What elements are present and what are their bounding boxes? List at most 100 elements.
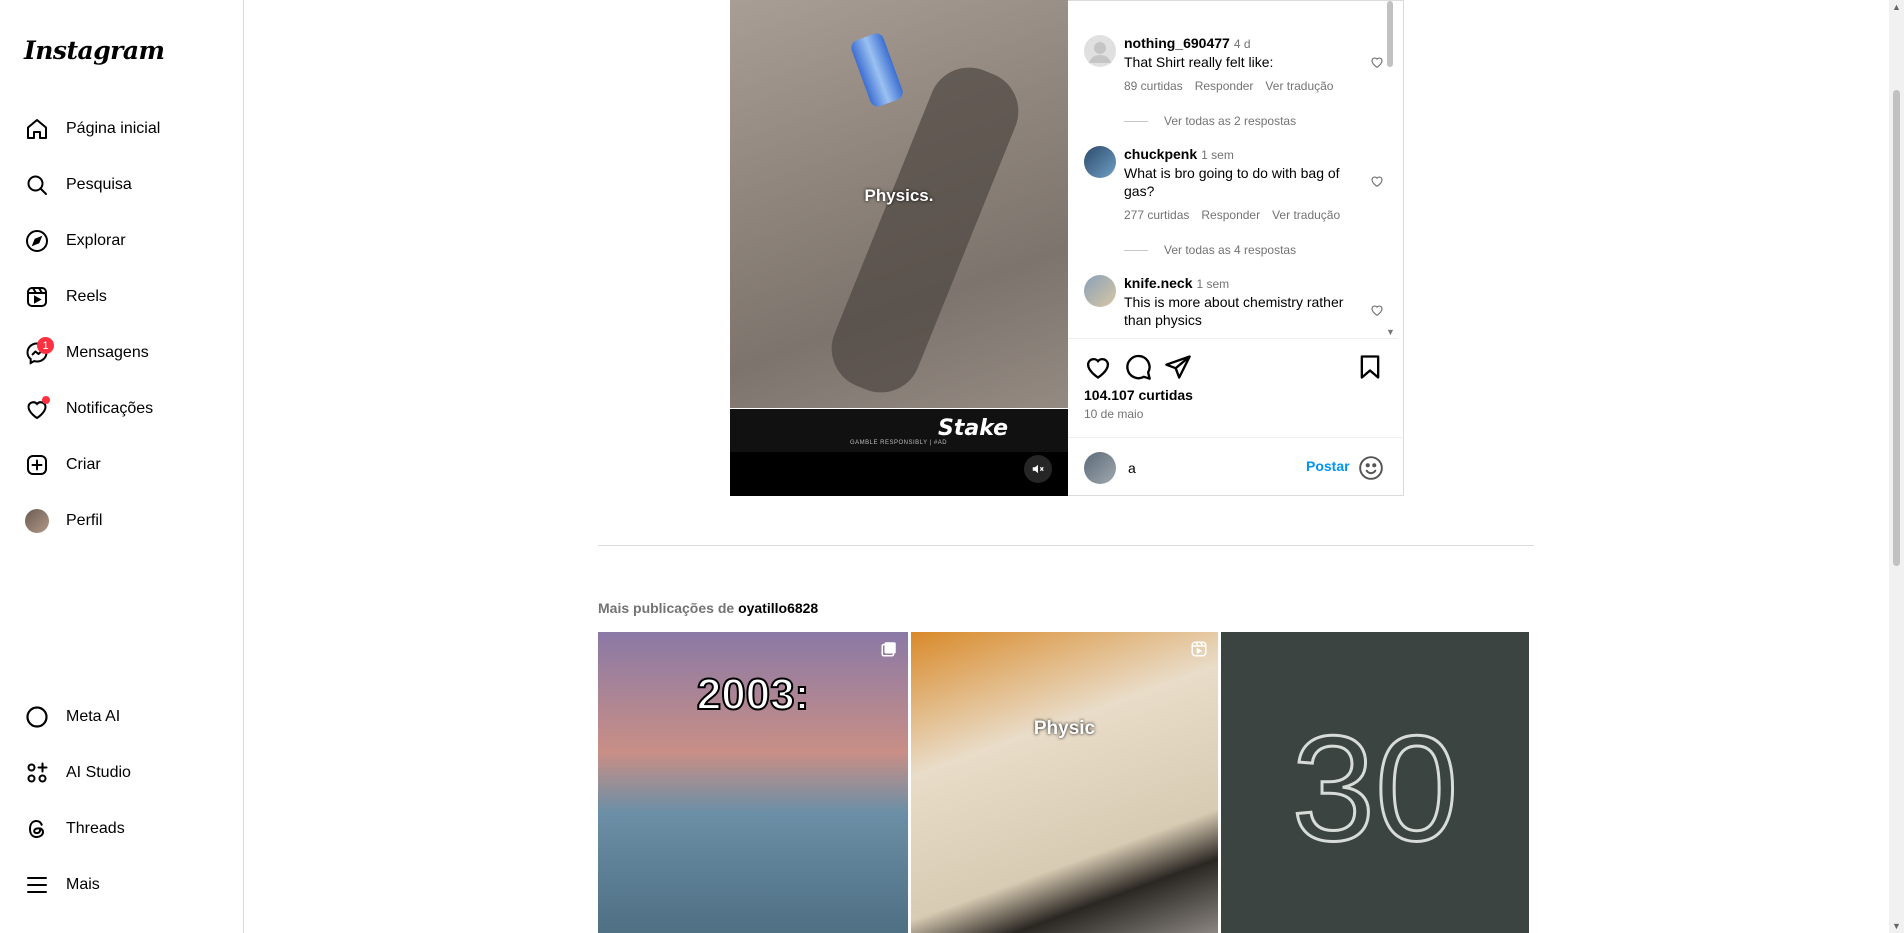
comment-like-icon[interactable] (1370, 55, 1384, 69)
sidebar-item-label: Página inicial (66, 120, 161, 137)
reels-icon (1191, 641, 1207, 657)
sidebar-item-search[interactable]: Pesquisa (12, 161, 232, 209)
save-icon[interactable] (1356, 353, 1384, 381)
more-posts-grid: 2003: Physic 30 (598, 632, 1531, 933)
post-thumbnail[interactable]: 2003: (598, 632, 908, 933)
messages-badge: 1 (37, 337, 54, 354)
sidebar-item-create[interactable]: Criar (12, 441, 232, 489)
instagram-logo[interactable]: Instagram (24, 36, 165, 65)
view-replies-label: Ver todas as 4 respostas (1164, 243, 1297, 257)
sidebar-item-label: Notificações (66, 400, 154, 417)
scrollbar-thumb[interactable] (1893, 90, 1900, 566)
view-replies-label: Ver todas as 2 respostas (1164, 114, 1297, 128)
reply-link[interactable]: Responder (1195, 79, 1254, 93)
sidebar-item-label: Mais (66, 876, 100, 893)
avatar (1084, 452, 1116, 484)
avatar[interactable] (1084, 275, 1116, 307)
sidebar-item-label: Perfil (66, 512, 103, 529)
reply-link[interactable]: Responder (1201, 208, 1260, 222)
thumbnail-text: 2003: (696, 669, 811, 720)
comments-list[interactable]: nothing_690477 4 d That Shirt really felt… (1068, 1, 1398, 339)
plus-square-icon (24, 452, 50, 478)
thumbnail-text: Physic (1033, 718, 1096, 739)
comment-likes[interactable]: 89 curtidas (1124, 79, 1183, 93)
avatar (24, 508, 50, 534)
translate-link[interactable]: Ver tradução (1265, 79, 1333, 93)
post-thumbnail[interactable]: 30 (1221, 632, 1529, 933)
menu-icon (24, 872, 50, 898)
post-actions (1084, 353, 1384, 381)
mute-button[interactable] (1024, 455, 1052, 483)
comment-time: 1 sem (1201, 148, 1234, 162)
comment-like-icon[interactable] (1370, 303, 1384, 317)
sidebar-item-label: Threads (66, 820, 125, 837)
post-thumbnail[interactable]: Physic (911, 632, 1218, 933)
sidebar-item-label: AI Studio (66, 764, 131, 781)
sidebar-item-home[interactable]: Página inicial (12, 105, 232, 153)
post-comment-button[interactable]: Postar (1306, 458, 1350, 474)
page-scrollbar[interactable]: ▲ ▼ (1889, 0, 1904, 933)
sidebar-item-profile[interactable]: Perfil (12, 497, 232, 545)
sponsor-note: GAMBLE RESPONSIBLY | #AD (850, 440, 948, 446)
like-icon[interactable] (1084, 353, 1112, 381)
scroll-up-arrow[interactable]: ▲ (1892, 2, 1901, 12)
sidebar-item-meta-ai[interactable]: Meta AI (12, 693, 232, 741)
search-icon (24, 172, 50, 198)
sidebar: Instagram Página inicial Pesquisa Explor… (0, 0, 244, 933)
comment-input[interactable] (1128, 456, 1308, 480)
reels-icon (24, 284, 50, 310)
comment-text: This is more about chemistry rather than… (1124, 294, 1344, 328)
meta-ai-icon (24, 704, 50, 730)
comment-username[interactable]: nothing_690477 (1124, 35, 1230, 51)
notification-dot (42, 396, 50, 404)
more-posts-prefix: Mais publicações de (598, 600, 735, 616)
sidebar-item-label: Reels (66, 288, 107, 305)
heart-icon (24, 396, 50, 422)
threads-icon (24, 816, 50, 842)
sidebar-item-reels[interactable]: Reels (12, 273, 232, 321)
sidebar-item-label: Explorar (66, 232, 126, 249)
sidebar-item-threads[interactable]: Threads (12, 805, 232, 853)
instagram-app: Instagram Página inicial Pesquisa Explor… (0, 0, 1904, 933)
sponsor-logo: Stake (938, 416, 1008, 441)
carousel-icon (881, 642, 896, 657)
comment-username[interactable]: chuckpenk (1124, 146, 1197, 162)
sidebar-item-notifications[interactable]: Notificações (12, 385, 232, 433)
comments-scrollbar[interactable]: ▼ (1386, 1, 1395, 338)
scroll-down-arrow[interactable]: ▼ (1892, 921, 1901, 931)
sidebar-item-explore[interactable]: Explorar (12, 217, 232, 265)
comment-likes[interactable]: 277 curtidas (1124, 208, 1189, 222)
more-posts-owner[interactable]: oyatillo6828 (738, 600, 818, 616)
post-video[interactable]: Physics. Stake GAMBLE RESPONSIBLY | #AD (730, 0, 1068, 496)
video-caption: Physics. (864, 186, 934, 205)
comment-time: 4 d (1233, 37, 1251, 51)
avatar[interactable] (1084, 146, 1116, 178)
sidebar-item-ai-studio[interactable]: AI Studio (12, 749, 232, 797)
comment: knife.neck 1 sem This is more about chemi… (1084, 275, 1384, 329)
comment: nothing_690477 4 d That Shirt really felt… (1084, 35, 1384, 93)
scrollbar-thumb[interactable] (1387, 1, 1393, 67)
comment-username[interactable]: knife.neck (1124, 275, 1192, 291)
comment: chuckpenk 1 sem What is bro going to do w… (1084, 146, 1384, 222)
translate-link[interactable]: Ver tradução (1272, 208, 1340, 222)
sidebar-item-label: Criar (66, 456, 101, 473)
thumbnail-text: 30 (1290, 703, 1460, 874)
sidebar-item-label: Mensagens (66, 344, 149, 361)
more-posts-heading: Mais publicações de oyatillo6828 (598, 600, 818, 616)
share-icon[interactable] (1164, 353, 1192, 381)
comment-icon[interactable] (1124, 353, 1152, 381)
likes-count[interactable]: 104.107 curtidas (1084, 387, 1193, 403)
comment-text: That Shirt really felt like: (1124, 54, 1274, 70)
view-replies[interactable]: Ver todas as 2 respostas (1124, 114, 1296, 128)
avatar[interactable] (1084, 35, 1116, 67)
post-panel: nothing_690477 4 d That Shirt really felt… (1068, 0, 1404, 496)
home-icon (24, 116, 50, 142)
emoji-icon[interactable] (1358, 455, 1384, 481)
scroll-down-arrow[interactable]: ▼ (1386, 327, 1395, 337)
view-replies[interactable]: Ver todas as 4 respostas (1124, 243, 1296, 257)
sidebar-item-messages[interactable]: 1 Mensagens (12, 329, 232, 377)
comment-like-icon[interactable] (1370, 174, 1384, 188)
sidebar-item-more[interactable]: Mais (12, 861, 232, 909)
section-divider (598, 545, 1534, 546)
post-date[interactable]: 10 de maio (1084, 407, 1143, 421)
